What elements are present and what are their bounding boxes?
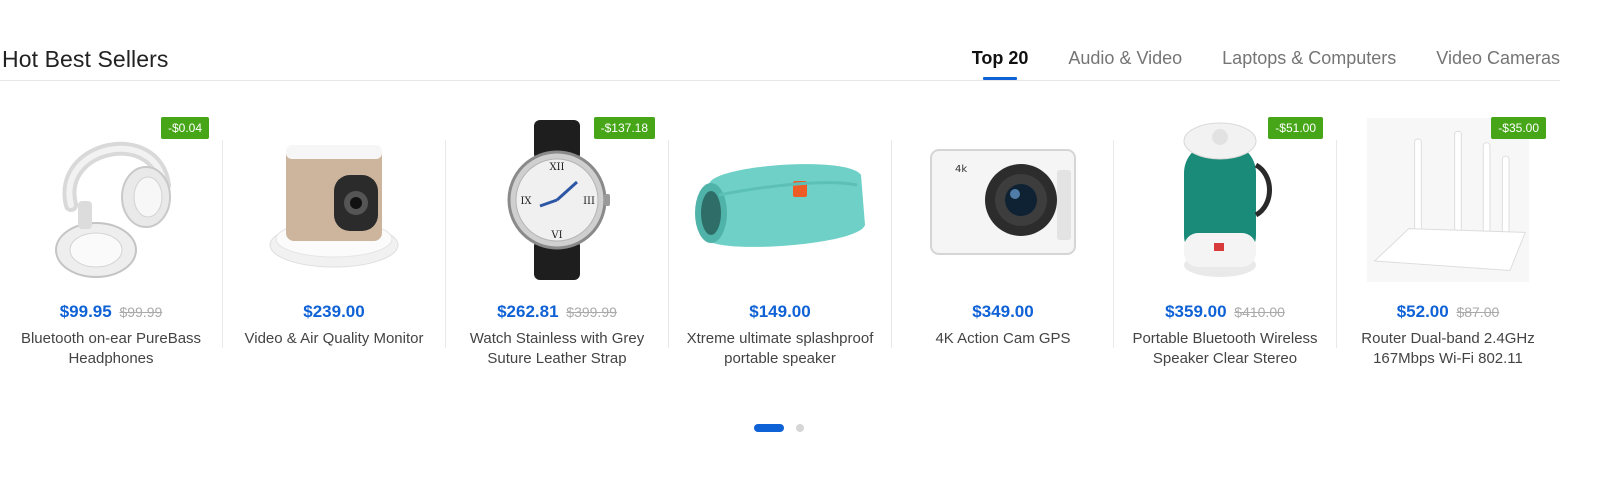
price-row: $359.00 $410.00 <box>1114 302 1336 322</box>
product-image[interactable] <box>689 114 871 286</box>
product-card[interactable]: $149.00 Xtreme ultimate splashproof port… <box>669 110 891 380</box>
discount-badge: -$137.18 <box>593 117 655 139</box>
product-card[interactable]: XII VI IX III -$137.18 $262.81 $399.99 W… <box>446 110 668 380</box>
old-price: $410.00 <box>1234 304 1285 320</box>
carousel-dot-1[interactable] <box>754 424 784 432</box>
product-image[interactable] <box>253 114 415 286</box>
tab-laptops-computers[interactable]: Laptops & Computers <box>1222 48 1396 79</box>
svg-text:VI: VI <box>550 230 562 241</box>
cylinder-speaker-icon <box>1183 122 1272 277</box>
svg-text:4k: 4k <box>955 164 967 175</box>
old-price: $99.99 <box>119 304 163 320</box>
carousel-dots <box>754 424 804 432</box>
product-image[interactable]: XII VI IX III <box>476 114 638 286</box>
product-image[interactable] <box>30 114 192 286</box>
product-name[interactable]: Xtreme ultimate splashproof portable spe… <box>677 329 883 369</box>
discount-badge: -$51.00 <box>1268 117 1323 139</box>
discount-badge: -$0.04 <box>160 117 209 139</box>
speaker-icon <box>695 164 865 247</box>
product-name[interactable]: Router Dual-band 2.4GHz 167Mbps Wi-Fi 80… <box>1345 329 1551 369</box>
tab-audio-video[interactable]: Audio & Video <box>1068 48 1182 79</box>
product-name[interactable]: Portable Bluetooth Wireless Speaker Clea… <box>1122 329 1328 369</box>
product-card[interactable]: $239.00 Video & Air Quality Monitor <box>223 110 445 380</box>
section-title: Hot Best Sellers <box>2 46 169 72</box>
product-carousel: -$0.04 $99.95 $99.99 Bluetooth on-ear Pu… <box>0 110 1560 380</box>
watch-icon: XII VI IX III <box>507 120 610 280</box>
price: $52.00 <box>1396 302 1449 321</box>
price-row: $52.00 $87.00 <box>1337 302 1559 322</box>
product-name[interactable]: Video & Air Quality Monitor <box>231 329 437 349</box>
product-image[interactable] <box>1367 114 1529 286</box>
price: $239.00 <box>303 302 365 321</box>
discount-badge: -$35.00 <box>1491 117 1546 139</box>
price-row: $149.00 <box>669 302 891 322</box>
product-name[interactable]: Watch Stainless with Grey Suture Leather… <box>454 329 660 369</box>
category-tabs: Top 20 Audio & Video Laptops & Computers… <box>972 48 1560 80</box>
price: $359.00 <box>1165 302 1227 321</box>
price: $99.95 <box>59 302 112 321</box>
price-row: $99.95 $99.99 <box>0 302 222 322</box>
price: $262.81 <box>497 302 559 321</box>
tab-video-cameras[interactable]: Video Cameras <box>1436 48 1560 79</box>
product-card[interactable]: -$35.00 $52.00 $87.00 Router Dual-band 2… <box>1337 110 1559 380</box>
svg-text:IX: IX <box>520 196 532 207</box>
price: $349.00 <box>972 302 1034 321</box>
product-card[interactable]: -$0.04 $99.95 $99.99 Bluetooth on-ear Pu… <box>0 110 222 380</box>
product-card[interactable]: 4k $349.00 4K Action Cam GPS <box>892 110 1114 380</box>
price-row: $262.81 $399.99 <box>446 302 668 322</box>
product-name[interactable]: Bluetooth on-ear PureBass Headphones <box>8 329 214 369</box>
old-price: $87.00 <box>1456 304 1500 320</box>
price-row: $239.00 <box>223 302 445 322</box>
tab-top-20[interactable]: Top 20 <box>972 48 1028 80</box>
svg-text:III: III <box>583 196 595 207</box>
product-name[interactable]: 4K Action Cam GPS <box>900 329 1106 349</box>
router-icon <box>1367 118 1529 282</box>
carousel-dot-2[interactable] <box>796 424 804 432</box>
svg-text:XII: XII <box>549 162 564 173</box>
price: $149.00 <box>749 302 811 321</box>
home-camera-icon <box>269 145 399 268</box>
price-row: $349.00 <box>892 302 1114 322</box>
section-header: Hot Best Sellers Top 20 Audio & Video La… <box>0 36 1560 81</box>
old-price: $399.99 <box>566 304 617 320</box>
product-image[interactable]: 4k <box>922 114 1084 286</box>
product-image[interactable] <box>1144 114 1306 286</box>
action-camera-icon: 4k <box>930 149 1076 255</box>
headphones-icon <box>55 141 171 278</box>
product-card[interactable]: -$51.00 $359.00 $410.00 Portable Bluetoo… <box>1114 110 1336 380</box>
